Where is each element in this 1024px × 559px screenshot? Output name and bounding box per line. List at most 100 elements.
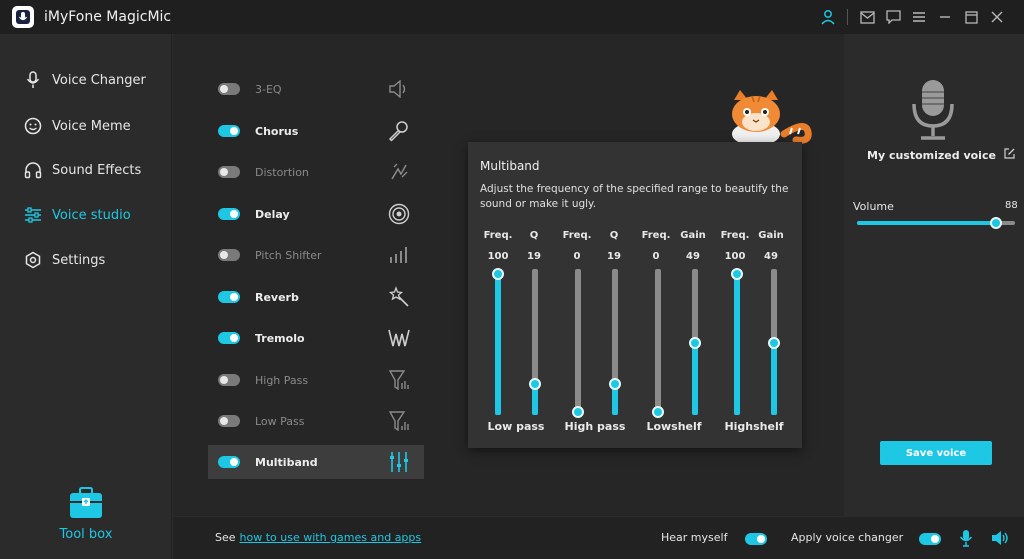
effect-label: Low Pass [255,414,305,428]
freq-slider[interactable] [572,269,584,418]
effect-item-reverb[interactable]: Reverb [208,280,424,314]
effect-item-multiband[interactable]: Multiband [208,445,424,479]
menu-icon[interactable] [906,0,932,34]
save-voice-button[interactable]: Save voice [880,441,992,465]
volume-slider[interactable] [857,217,1015,229]
param-value: 19 [607,251,621,262]
gain-slider[interactable] [768,269,780,415]
gear-icon [24,251,42,269]
right-panel: My customized voice Volume 88 Save voice [845,34,1024,516]
funnel-icon [388,410,410,432]
custom-voice-label: My customized voice [867,148,996,162]
app-logo-icon [12,6,34,28]
hear-myself-label: Hear myself [661,531,728,544]
param-value: 100 [487,251,509,262]
sidebar-item-voice-changer[interactable]: Voice Changer [24,68,146,92]
sparkle-wand-icon [388,286,410,308]
effect-item-delay[interactable]: Delay [208,197,424,231]
minimize-icon[interactable] [932,0,958,34]
param-value: 100 [724,251,746,262]
effect-label: Tremolo [255,331,305,345]
band-label: Highshelf [724,420,784,433]
effect-item-pitch-shifter[interactable]: Pitch Shifter [208,238,424,272]
effect-item-high-pass[interactable]: High Pass [208,363,424,397]
effect-toggle[interactable] [218,456,240,468]
speaker-icon[interactable] [991,529,1009,547]
sidebar-item-label: Voice studio [52,207,131,223]
effect-toggle[interactable] [218,125,240,137]
bottom-bar: See how to use with games and apps Hear m… [173,517,1024,559]
param-header: Freq. [562,230,592,241]
distortion-icon [388,161,410,183]
sidebar-item-voice-meme[interactable]: Voice Meme [24,114,131,138]
apply-changer-label: Apply voice changer [791,531,904,544]
param-value: 0 [573,251,581,262]
effect-toggle[interactable] [218,83,240,95]
panel-title: Multiband [480,159,540,173]
smiley-icon [24,117,42,135]
param-value: 49 [686,251,700,262]
gain-slider[interactable] [689,269,701,415]
param-value: 0 [652,251,660,262]
effect-toggle[interactable] [218,374,240,386]
band-label: High pass [564,420,626,433]
apply-changer-toggle[interactable] [919,533,941,545]
help-text: See how to use with games and apps [215,531,421,544]
app-title: iMyFone MagicMic [44,9,172,25]
effect-item-chorus[interactable]: Chorus [208,114,424,148]
studio-microphone-icon [907,78,959,142]
effect-toggle[interactable] [218,291,240,303]
effect-toggle[interactable] [218,208,240,220]
volume-value: 88 [1005,200,1018,211]
volume-slider-fill [857,221,997,225]
q-slider[interactable] [609,269,621,415]
sidebar-item-settings[interactable]: Settings [24,248,105,272]
effect-toggle[interactable] [218,166,240,178]
volume-slider-knob[interactable] [990,217,1003,229]
effect-label: Reverb [255,290,299,304]
effect-item-tremolo[interactable]: Tremolo [208,321,424,355]
edit-icon[interactable] [1004,148,1015,162]
close-icon[interactable] [984,0,1010,34]
user-icon[interactable] [815,0,841,34]
param-header: Q [609,230,619,241]
effect-item-distortion[interactable]: Distortion [208,155,424,189]
effect-toggle[interactable] [218,415,240,427]
volume-label: Volume [853,200,894,213]
freq-slider[interactable] [731,268,743,415]
voice-studio-content: 3-EQ Chorus Distortion Delay Pitch Shift… [173,34,844,516]
effect-item-low-pass[interactable]: Low Pass [208,404,424,438]
mail-icon[interactable] [854,0,880,34]
param-value: 19 [527,251,541,262]
maximize-icon[interactable] [958,0,984,34]
bars-icon [388,244,410,266]
toolbox-button[interactable]: Tool box [0,487,172,542]
chat-icon[interactable] [880,0,906,34]
freq-slider[interactable] [652,269,664,418]
q-slider[interactable] [529,269,541,415]
how-to-use-link[interactable]: how to use with games and apps [240,531,422,544]
microphone-icon[interactable] [957,529,975,547]
band-label: Lowshelf [646,420,702,433]
sidebar-item-voice-studio[interactable]: Voice studio [24,203,131,227]
effect-label: High Pass [255,373,309,387]
microphone-icon [24,71,42,89]
panel-description: Adjust the frequency of the specified ra… [480,183,789,210]
cat-mascot-icon [726,90,814,146]
freq-slider[interactable] [492,268,504,415]
effect-label: Multiband [255,455,318,469]
sidebar-item-sound-effects[interactable]: Sound Effects [24,158,141,182]
sidebar-item-label: Voice Changer [52,72,146,88]
speaker-icon [388,78,410,100]
funnel-icon [388,369,410,391]
sidebar-item-label: Settings [52,252,106,268]
effect-label: Delay [255,207,290,221]
effect-label: Distortion [255,165,309,179]
effect-toggle[interactable] [218,332,240,344]
effect-item-3eq[interactable]: 3-EQ [208,72,424,106]
effect-toggle[interactable] [218,249,240,261]
band-label: Low pass [487,420,545,433]
param-header: Q [529,230,539,241]
hear-myself-toggle[interactable] [745,533,767,545]
wave-icon [388,327,410,349]
